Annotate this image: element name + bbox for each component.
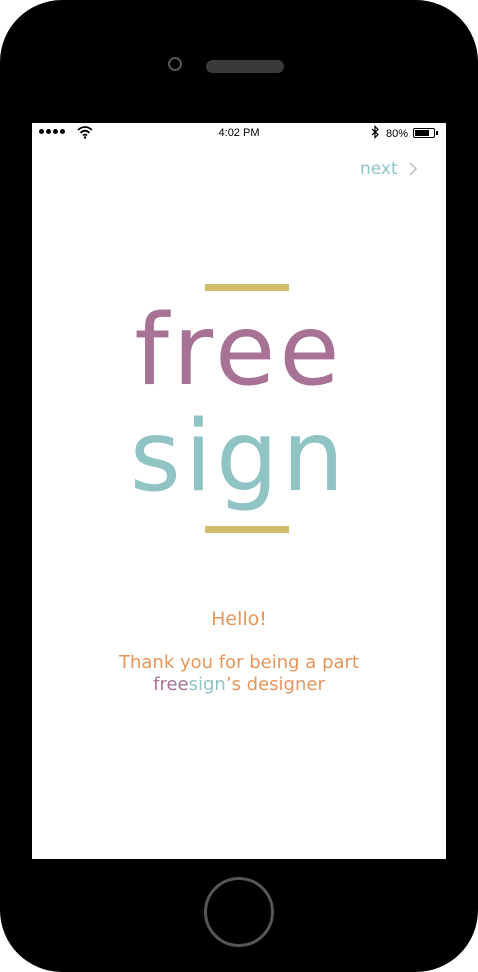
thank-you-message: Thank you for being a part freesign’s de… (32, 652, 446, 696)
home-button[interactable] (204, 877, 274, 947)
hello-greeting: Hello! (211, 608, 267, 630)
status-time: 4:02 PM (218, 127, 260, 139)
logo-free-text: free (134, 294, 344, 408)
brand-free: free (153, 674, 189, 695)
status-bar: 4:02 PM 80% (32, 123, 446, 143)
next-label: next (360, 159, 398, 179)
logo-top-bar (205, 284, 289, 291)
chevron-right-icon (409, 162, 417, 176)
battery-percent: 80% (386, 128, 409, 140)
battery-tip (436, 131, 438, 135)
phone-frame: 4:02 PM 80% next free sign Hello! Thank … (0, 0, 478, 972)
earpiece-speaker (206, 60, 284, 73)
battery-level-fill (415, 130, 430, 136)
front-camera (168, 57, 182, 71)
logo-sign-text: sign (129, 400, 349, 514)
designer-suffix: ’s designer (225, 674, 325, 695)
next-button[interactable]: next (360, 159, 418, 179)
logo-bottom-bar (205, 526, 289, 533)
bluetooth-icon (371, 125, 379, 139)
brand-sign: sign (188, 674, 226, 695)
thank-you-line-1: Thank you for being a part (119, 652, 359, 673)
screen: 4:02 PM 80% next free sign Hello! Thank … (32, 123, 446, 859)
thank-you-line-2: freesign’s designer (32, 674, 446, 696)
battery-icon (413, 128, 435, 138)
